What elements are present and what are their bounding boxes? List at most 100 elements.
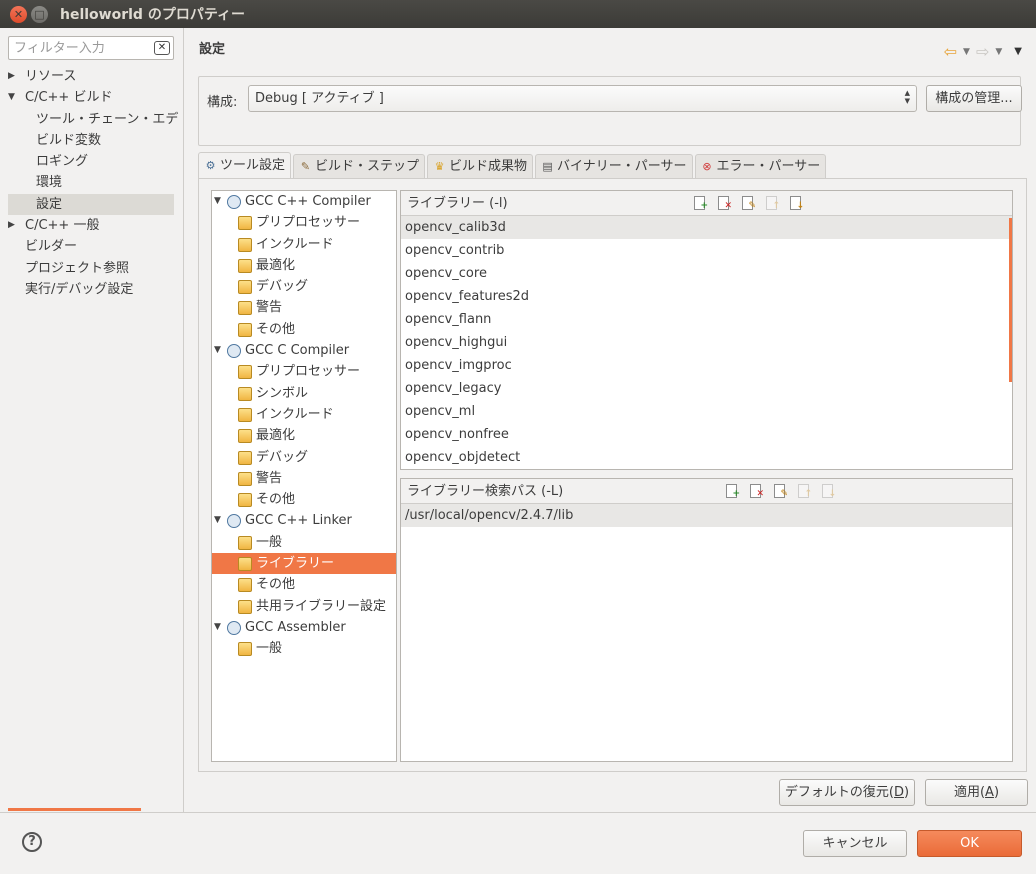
collapsed-triangle-icon[interactable]: ▶ [8,215,15,236]
option-icon [238,280,252,295]
nav-item[interactable]: 環境 [0,172,184,193]
tool-tree-option[interactable]: インクルード [212,404,396,425]
tool-tree-option[interactable]: プリプロセッサー [212,212,396,233]
view-menu-icon[interactable]: ▼ [1014,46,1022,57]
library-item[interactable]: opencv_contrib [401,239,1012,262]
apply-button[interactable]: 適用(A) [925,779,1028,806]
tab-5[interactable]: ⊗ エラー・パーサー [694,154,827,178]
library-item[interactable]: opencv_calib3d [401,216,1012,239]
tool-tree-option[interactable]: 最適化 [212,425,396,446]
tool-tree-option[interactable]: ライブラリー [212,553,396,575]
collapsed-triangle-icon[interactable]: ▶ [8,66,15,87]
tool-tree-option[interactable]: 警告 [212,297,396,318]
delete-icon[interactable]: ✕ [717,196,732,211]
tool-tree-label: 警告 [256,470,283,486]
ok-button[interactable]: OK [917,830,1022,857]
close-icon[interactable]: ✕ [10,5,27,23]
nav-item[interactable]: ロギング [0,151,184,172]
move-path-down-icon[interactable]: ↓ [821,484,836,499]
tool-tree-option[interactable]: インクルード [212,234,396,255]
option-icon [238,450,252,465]
left-scrollbar[interactable] [8,808,141,811]
edit-path-icon[interactable]: ✎ [773,484,788,499]
forward-dropdown-icon[interactable]: ▼ [995,47,1002,57]
library-item[interactable]: opencv_nonfree [401,423,1012,446]
option-icon [238,216,252,231]
expanded-triangle-icon[interactable]: ▼ [214,340,221,361]
library-item[interactable]: opencv_flann [401,308,1012,331]
tool-tree-option[interactable]: プリプロセッサー [212,361,396,382]
nav-item[interactable]: ビルド変数 [0,130,184,151]
library-item[interactable]: opencv_features2d [401,285,1012,308]
tool-tree-option[interactable]: 一般 [212,638,396,659]
expanded-triangle-icon[interactable]: ▼ [214,617,221,638]
library-item[interactable]: opencv_objdetect [401,446,1012,469]
edit-icon[interactable]: ✎ [741,196,756,211]
back-arrow-icon[interactable]: ⇦ [944,42,957,61]
tool-tree-tool[interactable]: ▼ GCC C Compiler [212,340,396,361]
tool-tree-label: GCC C++ Compiler [245,194,371,209]
window-title: helloworld のプロパティー [60,7,245,23]
tool-tree-option[interactable]: デバッグ [212,276,396,297]
tool-tree-option[interactable]: デバッグ [212,447,396,468]
tool-tree-label: その他 [256,321,296,337]
maximize-icon[interactable]: □ [31,5,48,23]
tool-tree-tool[interactable]: ▼ GCC C++ Compiler [212,191,396,212]
help-icon[interactable]: ? [22,832,42,852]
expanded-triangle-icon[interactable]: ▼ [8,87,15,108]
clear-filter-icon[interactable]: ✕ [154,41,170,55]
tab-2[interactable]: ✎ ビルド・ステップ [293,154,426,178]
tool-tree-option[interactable]: 一般 [212,532,396,553]
configuration-select[interactable]: Debug [ アクティブ ] ▲ ▼ [248,85,917,112]
delete-path-icon[interactable]: ✕ [749,484,764,499]
tool-tree-option[interactable]: その他 [212,489,396,510]
tool-tree-option[interactable]: シンボル [212,383,396,404]
tab-1[interactable]: ⚙ ツール設定 [198,152,292,178]
tool-tree-tool[interactable]: ▼ GCC C++ Linker [212,510,396,531]
tool-tree-label: プリプロセッサー [256,364,361,380]
nav-item[interactable]: ビルダー [0,236,184,257]
library-path-item[interactable]: /usr/local/opencv/2.4.7/lib [401,504,1012,527]
tab-3[interactable]: ♛ ビルド成果物 [427,154,534,178]
tool-tree-option[interactable]: 警告 [212,468,396,489]
nav-item[interactable]: ▶ C/C++ 一般 [0,215,184,236]
nav-item[interactable]: ▼ C/C++ ビルド [0,87,184,108]
library-item[interactable]: opencv_legacy [401,377,1012,400]
library-item[interactable]: opencv_ml [401,400,1012,423]
tool-tree-option[interactable]: その他 [212,574,396,595]
add-icon[interactable]: + [693,196,708,211]
libraries-scrollbar[interactable] [1009,218,1012,382]
page-title: 設定 [199,42,226,57]
move-down-icon[interactable]: ↓ [789,196,804,211]
nav-item[interactable]: プロジェクト参照 [0,258,184,279]
forward-arrow-icon[interactable]: ⇨ [976,42,989,61]
tool-tree-label: インクルード [256,406,334,422]
option-icon [238,578,252,593]
nav-item-label: ツール・チェーン・エデ [36,111,179,127]
add-path-icon[interactable]: + [725,484,740,499]
filter-input[interactable] [12,39,152,57]
library-item[interactable]: opencv_imgproc [401,354,1012,377]
nav-item-label: ビルド変数 [36,132,102,148]
library-item[interactable]: opencv_core [401,262,1012,285]
back-dropdown-icon[interactable]: ▼ [963,47,970,57]
nav-item[interactable]: ツール・チェーン・エデ [0,109,184,130]
tool-tree-tool[interactable]: ▼ GCC Assembler [212,617,396,638]
library-item[interactable]: opencv_highgui [401,331,1012,354]
tool-settings-panel: ▼ GCC C++ Compiler プリプロセッサー インクルード 最適化 デバッグ 警告… [198,178,1027,772]
restore-defaults-button[interactable]: デフォルトの復元(D) [779,779,915,806]
expanded-triangle-icon[interactable]: ▼ [214,191,221,212]
move-path-up-icon[interactable]: ↑ [797,484,812,499]
tab-4[interactable]: ▤ バイナリー・パーサー [535,154,693,178]
cancel-button[interactable]: キャンセル [803,830,907,857]
tool-tree-option[interactable]: その他 [212,319,396,340]
option-icon [238,557,252,572]
tool-tree-option[interactable]: 最適化 [212,255,396,276]
tool-tree-option[interactable]: 共用ライブラリー設定 [212,596,396,617]
nav-item[interactable]: 実行/デバッグ設定 [0,279,184,300]
nav-item[interactable]: ▶ リソース [0,66,184,87]
expanded-triangle-icon[interactable]: ▼ [214,510,221,531]
move-up-icon[interactable]: ↑ [765,196,780,211]
nav-item[interactable]: 設定 [8,193,174,216]
manage-configurations-button[interactable]: 構成の管理... [926,85,1022,112]
